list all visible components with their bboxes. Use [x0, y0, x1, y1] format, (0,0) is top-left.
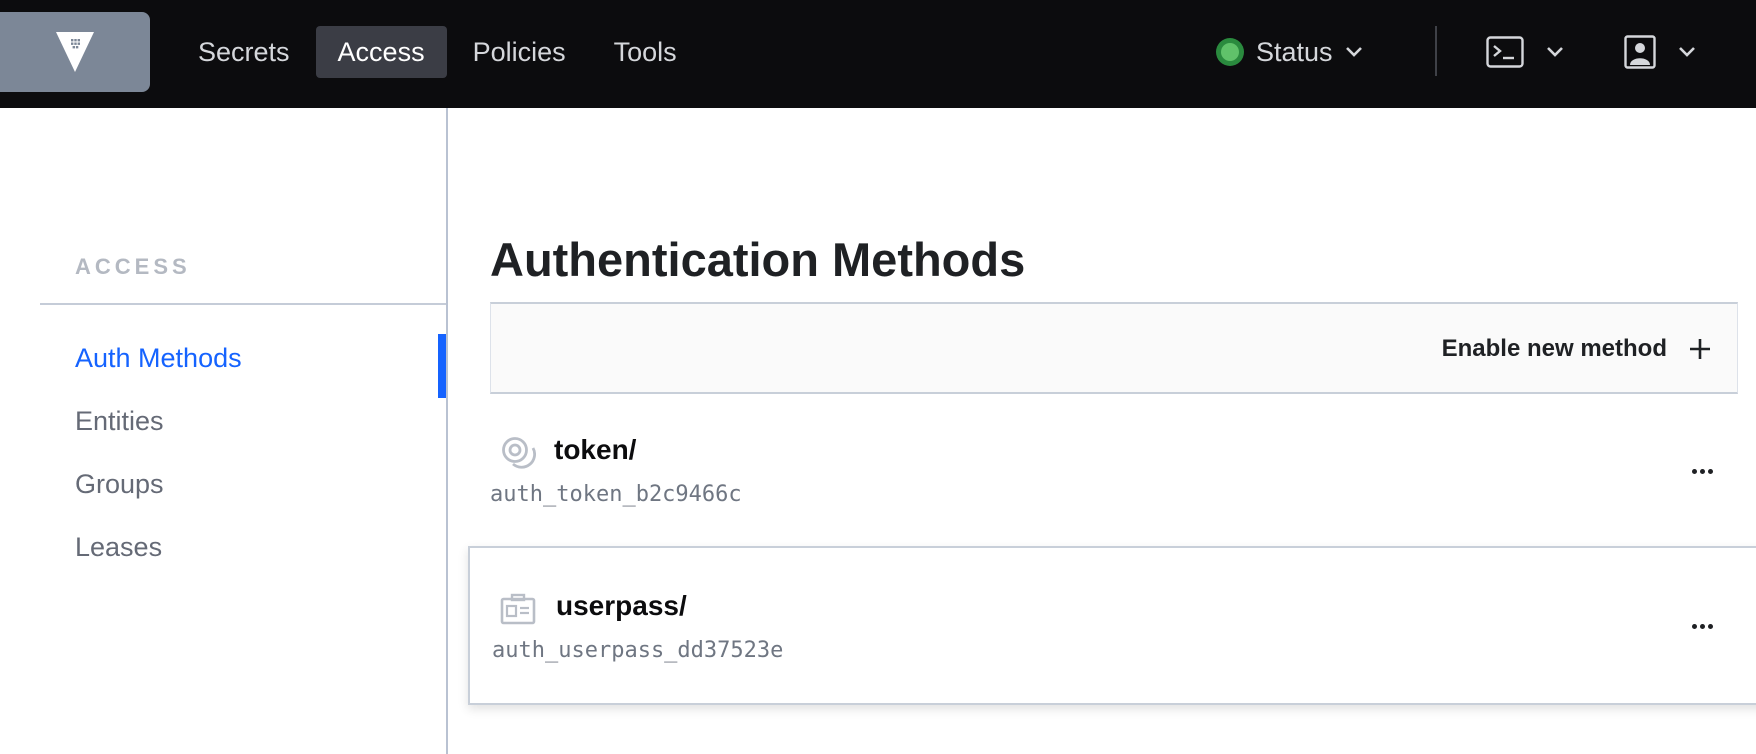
- dot: [1699, 623, 1705, 629]
- top-navigation: Secrets Access Policies Tools Status: [0, 0, 1756, 108]
- nav-access[interactable]: Access: [315, 26, 447, 78]
- status-menu-button[interactable]: Status: [1216, 26, 1363, 78]
- sidebar-heading: ACCESS: [75, 254, 191, 279]
- console-menu-button[interactable]: [1486, 32, 1564, 72]
- auth-method-path[interactable]: userpass/: [556, 590, 687, 622]
- nav-divider: [1435, 26, 1437, 76]
- toolbar: Enable new method: [490, 302, 1738, 394]
- status-dot-icon: [1216, 38, 1244, 66]
- plus-icon: [1690, 339, 1710, 359]
- sidebar-divider: [40, 303, 446, 305]
- chevron-down-icon: [1345, 47, 1362, 57]
- auth-method-accessor: auth_userpass_dd37523e: [492, 638, 784, 663]
- sidebar: ACCESS Auth Methods Entities Groups Leas…: [0, 108, 448, 754]
- dot: [1707, 623, 1713, 629]
- chevron-down-icon: [1547, 47, 1563, 57]
- user-icon: [1624, 35, 1656, 69]
- home-logo-button[interactable]: [0, 12, 150, 92]
- auth-method-path[interactable]: token/: [554, 434, 636, 466]
- user-card-icon: [500, 593, 536, 625]
- row-actions-menu-button[interactable]: [1682, 610, 1722, 642]
- nav-tools[interactable]: Tools: [592, 26, 699, 78]
- user-menu-button[interactable]: [1624, 32, 1696, 72]
- sidebar-item-leases[interactable]: Leases: [0, 516, 446, 579]
- sidebar-list: Auth Methods Entities Groups Leases: [0, 326, 446, 579]
- sidebar-item-auth-methods[interactable]: Auth Methods: [0, 326, 446, 398]
- enable-new-method-label: Enable new method: [1441, 335, 1667, 362]
- status-label: Status: [1256, 36, 1333, 67]
- page-title: Authentication Methods: [490, 233, 1026, 286]
- row-actions-menu-button[interactable]: [1682, 455, 1722, 487]
- enable-new-method-button[interactable]: Enable new method: [1442, 324, 1711, 374]
- auth-method-row-userpass[interactable]: userpass/ auth_userpass_dd37523e: [468, 546, 1756, 705]
- terminal-icon: [1486, 36, 1524, 68]
- auth-method-row-token[interactable]: token/ auth_token_b2c9466c: [468, 410, 1756, 545]
- main-nav: Secrets Access Policies Tools: [176, 26, 699, 78]
- sidebar-item-groups[interactable]: Groups: [0, 453, 446, 516]
- dot: [1707, 468, 1713, 474]
- auth-method-accessor: auth_token_b2c9466c: [490, 482, 742, 507]
- chevron-down-icon: [1679, 47, 1695, 57]
- nav-secrets[interactable]: Secrets: [176, 26, 312, 78]
- dot: [1691, 468, 1697, 474]
- nav-policies[interactable]: Policies: [451, 26, 588, 78]
- dot: [1699, 468, 1705, 474]
- sidebar-item-entities[interactable]: Entities: [0, 390, 446, 453]
- dot: [1691, 623, 1697, 629]
- token-icon: [502, 437, 536, 469]
- vault-logo-icon: [56, 32, 94, 72]
